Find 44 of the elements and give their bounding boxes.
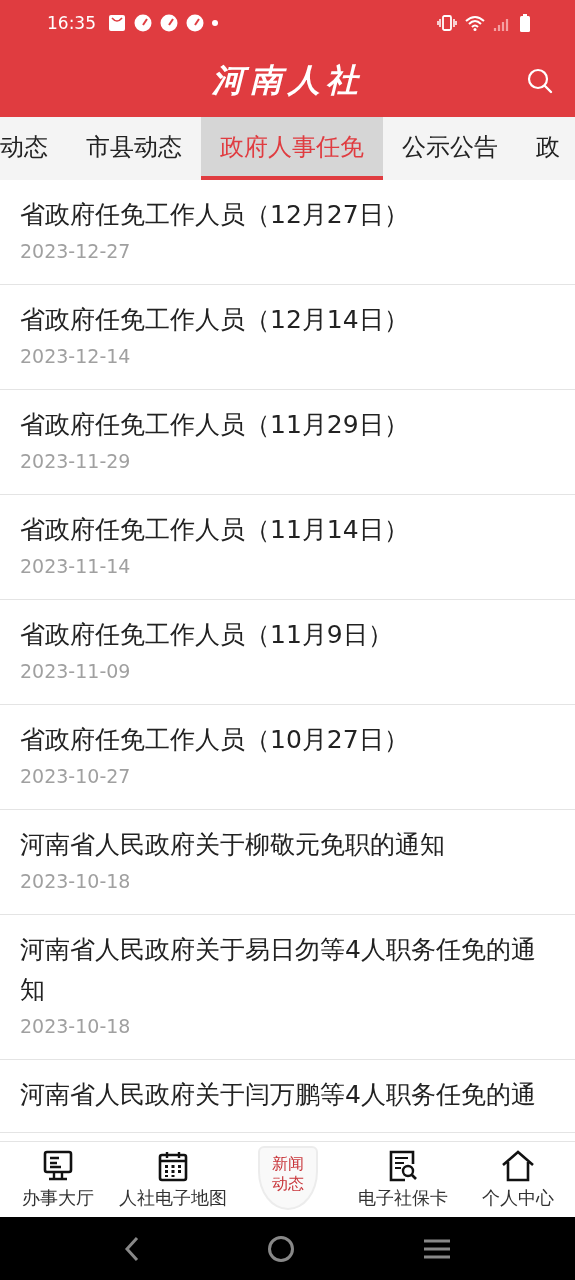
menu-icon[interactable] bbox=[423, 1237, 452, 1260]
article-title[interactable]: 河南省人民政府关于闫万鹏等4人职务任免的通 bbox=[20, 1075, 555, 1115]
category-tab[interactable]: 动态 bbox=[0, 117, 67, 180]
category-tab[interactable]: 市县动态 bbox=[67, 117, 201, 180]
app-title: 河南人社 bbox=[211, 60, 364, 101]
article-date: 2023-12-14 bbox=[20, 344, 132, 369]
gauge-icon bbox=[134, 13, 152, 32]
article-title[interactable]: 省政府任免工作人员（10月27日） bbox=[20, 720, 555, 760]
vibrate-icon bbox=[437, 14, 457, 31]
calendar-icon bbox=[157, 1149, 188, 1182]
article-date: 2023-11-14 bbox=[20, 554, 132, 579]
article-date: 2023-12-27 bbox=[20, 239, 132, 264]
monitor-icon bbox=[42, 1149, 73, 1182]
article-title[interactable]: 省政府任免工作人员（12月14日） bbox=[20, 300, 555, 340]
article-date: 2023-10-18 bbox=[20, 1014, 132, 1039]
category-tab[interactable]: 政 bbox=[517, 117, 575, 180]
status-time: 16:35 bbox=[47, 12, 96, 33]
article-title[interactable]: 省政府任免工作人员（11月29日） bbox=[20, 405, 555, 445]
search-icon[interactable] bbox=[527, 68, 553, 94]
home-button-icon[interactable] bbox=[267, 1234, 296, 1263]
nav-tab[interactable]: 人社电子地图 bbox=[115, 1142, 230, 1217]
nav-tab[interactable]: 电子社保卡 bbox=[345, 1142, 460, 1217]
home-icon bbox=[500, 1149, 535, 1182]
article-title[interactable]: 河南省人民政府关于易日勿等4人职务任免的通知 bbox=[20, 930, 555, 1010]
document-search-icon bbox=[387, 1149, 418, 1182]
article-title[interactable]: 省政府任免工作人员（11月14日） bbox=[20, 510, 555, 550]
back-icon[interactable] bbox=[123, 1235, 140, 1262]
gauge-icon bbox=[160, 13, 178, 32]
article-date: 2023-11-29 bbox=[20, 449, 132, 474]
article-date: 2023-10-27 bbox=[20, 764, 132, 789]
article-title[interactable]: 河南省人民政府关于柳敬元免职的通知 bbox=[20, 825, 555, 865]
dot-icon bbox=[212, 19, 218, 26]
wifi-icon bbox=[465, 14, 485, 31]
category-tab[interactable]: 公示公告 bbox=[383, 117, 517, 180]
article-title[interactable]: 省政府任免工作人员（11月9日） bbox=[20, 615, 555, 655]
news-badge[interactable]: 新闻动态 bbox=[257, 1146, 318, 1210]
nav-tab[interactable]: 个人中心 bbox=[460, 1142, 575, 1217]
article-date: 2023-11-09 bbox=[20, 659, 132, 684]
article-title[interactable]: 省政府任免工作人员（12月27日） bbox=[20, 195, 555, 235]
gauge-icon bbox=[186, 13, 204, 32]
battery-icon bbox=[519, 13, 531, 32]
nav-tab[interactable]: 办事大厅 bbox=[0, 1142, 115, 1217]
article-date: 2023-10-18 bbox=[20, 869, 132, 894]
mail-icon bbox=[108, 13, 126, 32]
